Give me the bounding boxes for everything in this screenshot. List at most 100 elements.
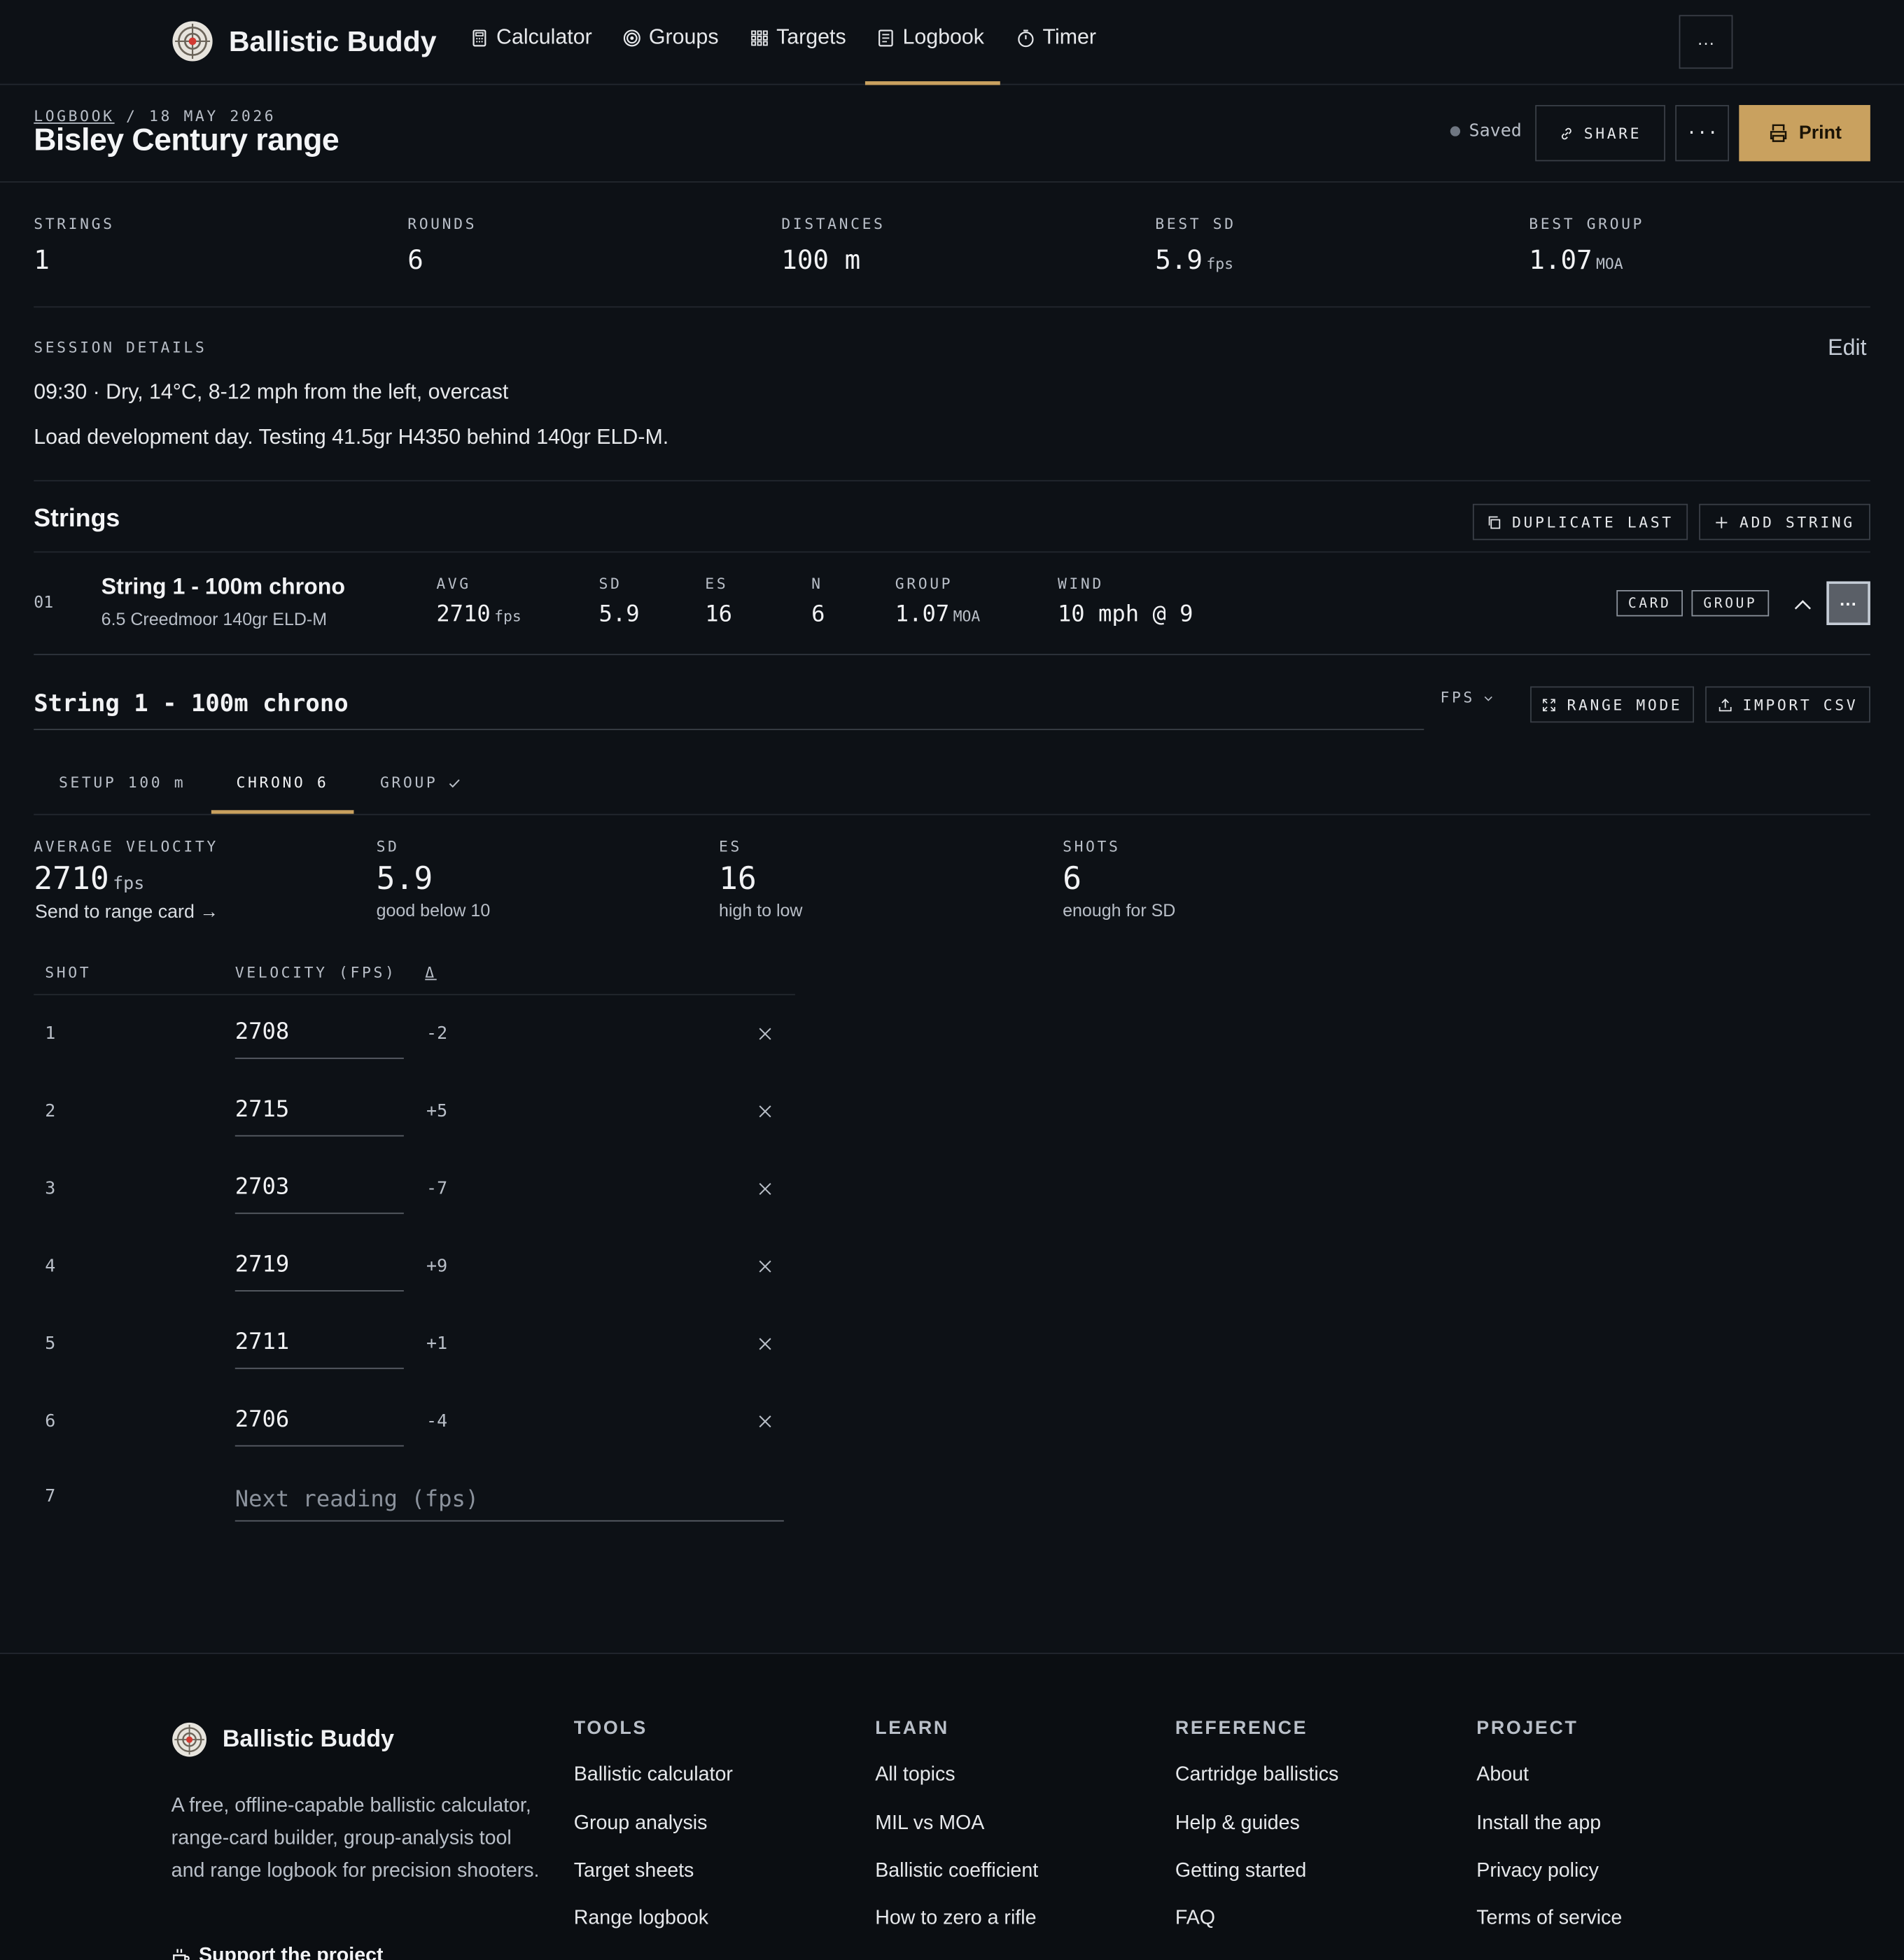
col-delta-header[interactable]: Δ xyxy=(425,964,436,981)
unit-select[interactable]: FPS xyxy=(1440,689,1493,706)
plus-icon xyxy=(1716,516,1728,528)
footer-brand-name: Ballistic Buddy xyxy=(222,1726,395,1753)
card-tag-button[interactable]: CARD xyxy=(1616,589,1683,617)
remove-shot-icon[interactable] xyxy=(757,1180,774,1198)
avg-velocity-unit: fps xyxy=(113,874,145,894)
saved-status: Saved xyxy=(1450,121,1522,141)
header-more-button[interactable]: ··· xyxy=(1675,105,1730,162)
crosshair-logo-icon xyxy=(172,1722,206,1757)
tab-group[interactable]: GROUP xyxy=(380,774,461,792)
sd-value: 5.9 xyxy=(376,860,433,897)
string-row-title[interactable]: String 1 - 100m chrono xyxy=(102,574,345,601)
support-link[interactable]: Support the project xyxy=(172,1945,384,1960)
row-es-label: ES xyxy=(705,575,729,593)
shot-number: 4 xyxy=(45,1256,56,1277)
velocity-field[interactable]: 2708 xyxy=(234,1019,404,1059)
table-header-divider xyxy=(34,993,795,995)
stat-best-group-number: 1.07 xyxy=(1529,245,1592,275)
tabs-divider xyxy=(34,813,1870,816)
printer-icon xyxy=(1770,124,1787,142)
footer-link-privacy-policy[interactable]: Privacy policy xyxy=(1476,1861,1599,1883)
footer-link-cartridge-ballistics[interactable]: Cartridge ballistics xyxy=(1175,1764,1338,1786)
stat-rounds-number: 6 xyxy=(407,245,424,275)
string-editor-title[interactable]: String 1 - 100m chrono xyxy=(34,690,348,718)
footer-link-range-logbook[interactable]: Range logbook xyxy=(574,1907,708,1930)
col-shot-header: SHOT xyxy=(45,964,92,982)
row-sd-value: 5.9 xyxy=(598,601,640,628)
string-row-more-button[interactable]: ··· xyxy=(1826,581,1870,625)
copy-icon xyxy=(1489,515,1501,528)
sd-note: good below 10 xyxy=(376,899,491,920)
footer-link-faq[interactable]: FAQ xyxy=(1175,1907,1215,1930)
footer-project-heading: PROJECT xyxy=(1476,1717,1578,1740)
nav-calculator[interactable]: Calculator xyxy=(470,25,592,50)
nav-groups-label: Groups xyxy=(648,24,719,49)
velocity-field[interactable]: 2715 xyxy=(234,1096,404,1137)
tab-setup[interactable]: SETUP 100 m xyxy=(59,774,186,792)
timer-icon xyxy=(1018,29,1034,47)
velocity-field[interactable]: 2711 xyxy=(234,1329,404,1369)
tab-chrono[interactable]: CHRONO 6 xyxy=(237,774,329,792)
remove-shot-icon[interactable] xyxy=(757,1413,774,1430)
tab-group-label: GROUP xyxy=(379,774,438,792)
footer-link-getting-started[interactable]: Getting started xyxy=(1175,1861,1306,1883)
footer-link-terms[interactable]: Terms of service xyxy=(1476,1907,1622,1930)
footer-brand[interactable]: Ballistic Buddy xyxy=(172,1721,394,1758)
velocity-delta: +9 xyxy=(426,1256,448,1277)
print-button[interactable]: Print xyxy=(1739,105,1870,162)
velocity-field[interactable]: 2719 xyxy=(234,1252,404,1292)
footer-link-install-app[interactable]: Install the app xyxy=(1476,1813,1601,1835)
string-row-index: 01 xyxy=(34,594,54,613)
velocity-delta: -2 xyxy=(426,1023,448,1044)
print-label: Print xyxy=(1798,122,1842,144)
remove-shot-icon[interactable] xyxy=(757,1026,774,1043)
velocity-field[interactable]: 2703 xyxy=(234,1174,404,1214)
velocity-field[interactable]: 2706 xyxy=(234,1406,404,1447)
check-icon xyxy=(449,778,460,788)
remove-shot-icon[interactable] xyxy=(757,1102,774,1120)
footer-link-help-guides[interactable]: Help & guides xyxy=(1175,1813,1300,1835)
footer-link-all-topics[interactable]: All topics xyxy=(875,1764,955,1786)
nav-groups[interactable]: Groups xyxy=(622,24,719,50)
share-label: SHARE xyxy=(1583,124,1642,142)
logbook-icon xyxy=(878,29,893,46)
share-button[interactable]: SHARE xyxy=(1535,105,1665,162)
stat-best-sd-number: 5.9 xyxy=(1155,245,1203,275)
shot-number: 2 xyxy=(45,1101,56,1122)
row-group-value: 1.07 MOA xyxy=(895,601,981,628)
footer-link-mil-vs-moa[interactable]: MIL vs MOA xyxy=(875,1813,984,1835)
footer-link-about[interactable]: About xyxy=(1476,1764,1529,1786)
import-csv-button[interactable]: IMPORT CSV xyxy=(1705,686,1870,723)
title-input-underline xyxy=(34,729,1424,731)
footer-link-target-sheets[interactable]: Target sheets xyxy=(574,1861,694,1883)
session-edit-button[interactable]: Edit xyxy=(1828,335,1866,362)
group-tag-button[interactable]: GROUP xyxy=(1691,589,1770,617)
nav-timer[interactable]: Timer xyxy=(1016,25,1096,50)
nav-targets[interactable]: Targets xyxy=(750,25,846,50)
next-reading-input[interactable] xyxy=(234,1478,784,1522)
row-avg-value: 2710 fps xyxy=(436,601,522,628)
remove-shot-icon[interactable] xyxy=(757,1258,774,1275)
row-group-unit: MOA xyxy=(953,607,981,625)
row-n-value: 6 xyxy=(811,601,825,628)
send-to-range-card-link[interactable]: Send to range card → xyxy=(35,902,218,923)
footer-link-group-analysis[interactable]: Group analysis xyxy=(574,1813,708,1835)
duplicate-last-button[interactable]: DUPLICATE LAST xyxy=(1472,503,1688,540)
velocity-delta: +1 xyxy=(426,1334,448,1354)
es-label: ES xyxy=(718,837,742,855)
remove-shot-icon[interactable] xyxy=(757,1335,774,1352)
brand[interactable]: Ballistic Buddy xyxy=(172,20,437,63)
stat-rounds-label: ROUNDS xyxy=(407,215,477,233)
footer-link-ballistic-calculator[interactable]: Ballistic calculator xyxy=(574,1764,733,1786)
add-string-button[interactable]: ADD STRING xyxy=(1699,503,1870,540)
calculator-icon xyxy=(472,29,486,46)
footer-link-zero-a-rifle[interactable]: How to zero a rifle xyxy=(875,1907,1036,1930)
nav-logbook[interactable]: Logbook xyxy=(876,25,984,50)
nav-more-button[interactable]: ··· xyxy=(1679,15,1733,69)
expand-icon xyxy=(1543,698,1556,711)
footer-link-ballistic-coefficient[interactable]: Ballistic coefficient xyxy=(875,1861,1038,1883)
chevron-up-icon[interactable] xyxy=(1793,595,1813,615)
shots-label: SHOTS xyxy=(1063,837,1121,855)
range-mode-button[interactable]: RANGE MODE xyxy=(1530,686,1695,723)
row-group-number: 1.07 xyxy=(895,601,950,628)
